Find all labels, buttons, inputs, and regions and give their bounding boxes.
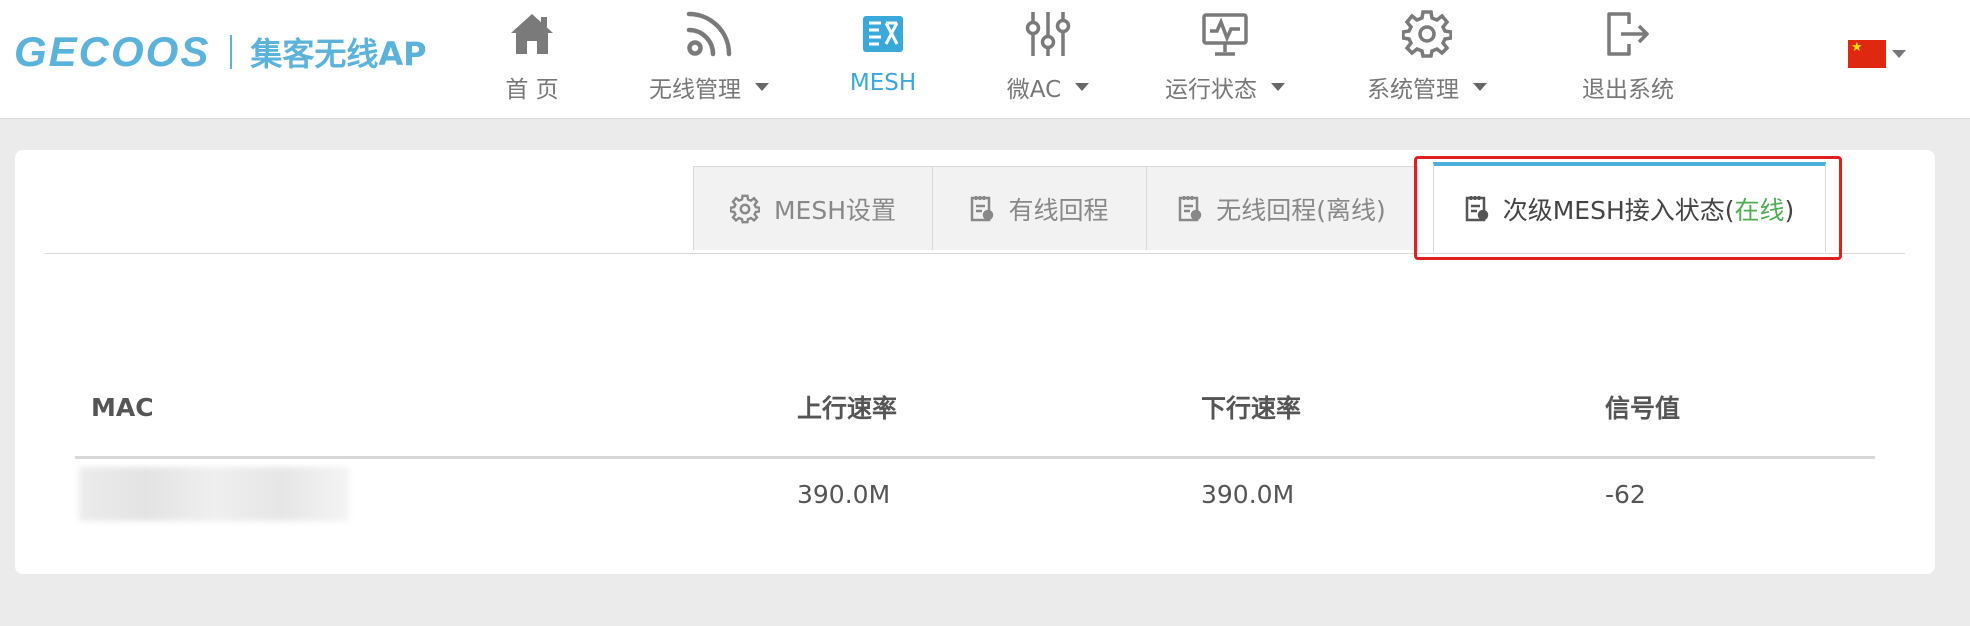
chevron-down-icon <box>1075 83 1090 91</box>
tabs-divider <box>45 253 1905 254</box>
content-panel: MESH设置 有线回程 无线回程(离线) 次级MESH接入状态(在线) MAC <box>15 150 1935 574</box>
cn-flag-icon: ★ <box>1848 40 1886 68</box>
nav-running-status-label: 运行状态 <box>1165 77 1257 103</box>
chevron-down-icon <box>1271 83 1285 91</box>
nav-wireless-management[interactable]: 无线管理 <box>624 6 794 106</box>
home-icon <box>504 6 560 62</box>
cell-download-rate: 390.0M <box>1201 479 1295 509</box>
nav-micro-ac[interactable]: 微AC <box>963 6 1133 106</box>
tab-wireless-backhaul-label: 无线回程(离线) <box>1216 195 1386 225</box>
nav-wireless-management-label: 无线管理 <box>649 77 741 103</box>
logo-separator <box>230 35 233 69</box>
sliders-icon <box>1020 6 1076 62</box>
document-icon <box>1465 196 1488 222</box>
logo-brand: GECOOS <box>14 28 211 75</box>
mesh-status-table: MAC 上行速率 下行速率 信号值 390.0M 390.0M -62 <box>75 358 1875 529</box>
tab-mesh-settings[interactable]: MESH设置 <box>693 166 933 250</box>
chevron-down-icon <box>1473 83 1487 91</box>
column-header-signal: 信号值 <box>1589 358 1875 459</box>
cell-mac <box>75 458 781 530</box>
tab-sub-mesh-suffix: ) <box>1784 196 1795 225</box>
document-icon <box>971 195 994 221</box>
top-navigation-bar: GECOOS 集客无线AP 首 页 无线管理 MESH 微AC 运行状态 系统管… <box>0 0 1970 119</box>
nav-home[interactable]: 首 页 <box>447 6 617 106</box>
nav-home-label: 首 页 <box>505 77 559 103</box>
column-header-download-rate: 下行速率 <box>1185 358 1589 459</box>
logo-subtitle: 集客无线AP <box>250 35 427 73</box>
tab-wireless-backhaul[interactable]: 无线回程(离线) <box>1146 166 1418 250</box>
wifi-icon <box>681 6 737 62</box>
nav-system-management[interactable]: 系统管理 <box>1342 6 1512 106</box>
language-selector[interactable]: ★ <box>1848 40 1906 68</box>
gear-icon <box>729 194 760 223</box>
tab-wired-backhaul-label: 有线回程 <box>1008 195 1109 225</box>
monitor-icon <box>1197 6 1253 62</box>
tab-wired-backhaul[interactable]: 有线回程 <box>932 166 1147 250</box>
cell-signal: -62 <box>1605 479 1646 509</box>
tab-sub-mesh-status[interactable]: 次级MESH接入状态(在线) <box>1433 162 1826 252</box>
column-header-upload-rate: 上行速率 <box>781 358 1185 459</box>
mesh-icon <box>855 6 911 62</box>
logo: GECOOS 集客无线AP <box>14 28 427 76</box>
nav-micro-ac-label: 微AC <box>1006 77 1062 103</box>
logout-icon <box>1600 6 1656 62</box>
nav-mesh-label: MESH <box>849 70 917 96</box>
nav-running-status[interactable]: 运行状态 <box>1140 6 1310 106</box>
tab-mesh-settings-label: MESH设置 <box>773 195 897 225</box>
tab-sub-mesh-status-label: 次级MESH接入状态(在线) <box>1503 191 1795 227</box>
nav-logout[interactable]: 退出系统 <box>1543 6 1713 106</box>
nav-mesh[interactable]: MESH <box>798 6 968 106</box>
chevron-down-icon <box>755 83 769 91</box>
column-header-mac: MAC <box>75 358 781 459</box>
online-status-text: 在线 <box>1734 196 1785 225</box>
nav-logout-label: 退出系统 <box>1582 77 1674 103</box>
gear-icon <box>1399 6 1455 62</box>
table-row: 390.0M 390.0M -62 <box>75 458 1875 530</box>
document-icon <box>1178 195 1202 221</box>
table-header-row: MAC 上行速率 下行速率 信号值 <box>75 358 1875 459</box>
tab-sub-mesh-prefix: 次级MESH接入状态( <box>1502 196 1735 225</box>
cell-upload-rate: 390.0M <box>797 479 891 509</box>
nav-system-management-label: 系统管理 <box>1367 77 1459 103</box>
chevron-down-icon <box>1892 50 1906 58</box>
blurred-mac-address <box>79 467 349 521</box>
